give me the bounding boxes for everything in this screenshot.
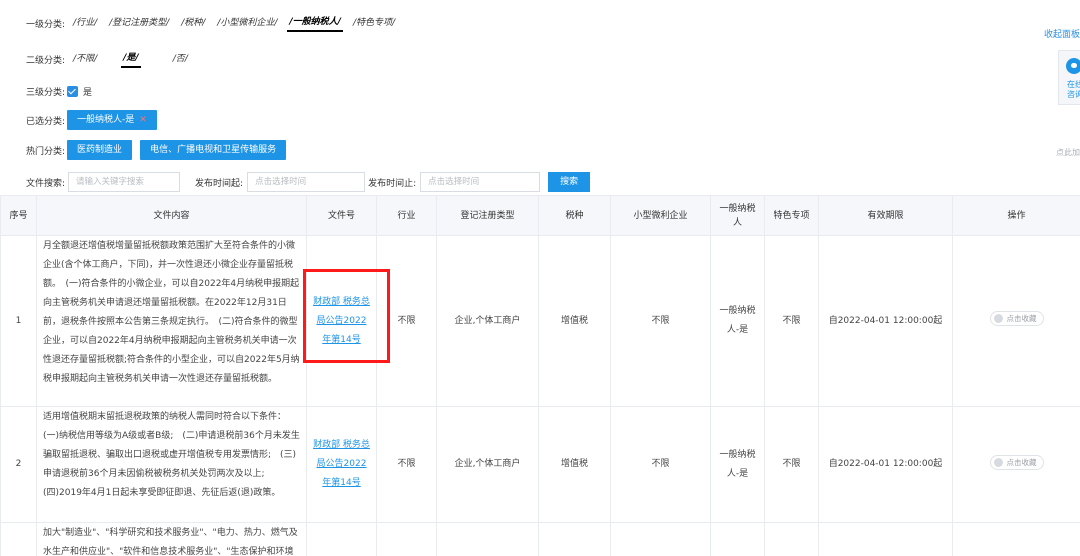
col-index-header: 序号 (0, 195, 37, 236)
selected-tag[interactable]: 一般纳税人-是 ✕ (67, 110, 157, 130)
hot-tag-telecom[interactable]: 电信、广播电视和卫星传输服务 (140, 140, 287, 160)
row-general: 一般纳税人-是 (710, 406, 765, 523)
doc-link[interactable]: 财政部 税务总局公告2022年第14号 (313, 297, 370, 345)
hot-filter-row: 热门分类: 医药制造业 电信、广播电视和卫星传输服务 (26, 139, 294, 161)
row-tax: 增值税 (538, 235, 611, 407)
row-general (710, 522, 765, 556)
online-consult-card[interactable]: 在线 咨询 (1058, 50, 1080, 105)
row-small: 不限 (610, 406, 711, 523)
row-action-cell (952, 522, 1080, 556)
selected-tag-label: 一般纳税人-是 (77, 115, 135, 125)
hot-tag-pharma[interactable]: 医药制造业 (67, 140, 133, 160)
search-button[interactable]: 搜索 (548, 172, 591, 192)
row-content: 适用增值税期末留抵退税政策的纳税人需同时符合以下条件： (一)纳税信用等级为A级… (36, 406, 307, 523)
col-tax-header: 税种 (538, 195, 611, 236)
row-doc-cell (306, 522, 377, 556)
collapse-panel-link[interactable]: 收起面板 (1044, 27, 1080, 40)
level1-option-special[interactable]: /特色专项/ (351, 15, 397, 31)
row-special (764, 522, 819, 556)
end-date-input[interactable]: 点击选择时间 (420, 172, 541, 192)
favorite-toggle[interactable]: 点击收藏 (989, 311, 1044, 326)
row-index: 1 (0, 235, 37, 407)
favorite-toggle[interactable]: 点击收藏 (989, 454, 1044, 470)
favorite-label: 点击收藏 (1006, 457, 1037, 467)
start-date-input[interactable]: 点击选择时间 (247, 172, 366, 192)
col-validity-header: 有效期限 (818, 195, 953, 236)
row-small: 不限 (610, 235, 711, 407)
row-regtype: 企业,个体工商户 (436, 235, 539, 407)
level2-option-yes[interactable]: /是/ (121, 50, 141, 68)
row-industry: 不限 (376, 235, 437, 407)
row-regtype (436, 522, 539, 556)
doc-link[interactable]: 财政部 税务总局公告2022年第14号 (313, 440, 370, 488)
level1-label: 一级分类: (26, 19, 66, 30)
col-regtype-header: 登记注册类型 (436, 195, 539, 236)
row-action-cell: 点击收藏 (952, 235, 1080, 407)
level2-label: 二级分类: (26, 55, 66, 66)
row-special: 不限 (764, 406, 819, 523)
level1-option-tax-type[interactable]: /税种/ (179, 15, 207, 31)
row-content: 加大"制造业"、"科学研究和技术服务业"、"电力、热力、燃气及水生产和供应业"、… (36, 522, 307, 556)
row-doc-cell: 财政部 税务总局公告2022年第14号 (306, 406, 377, 523)
level1-option-small-micro[interactable]: /小型微利企业/ (215, 15, 279, 31)
row-general: 一般纳税人-是 (710, 235, 765, 407)
row-index (0, 522, 37, 556)
row-doc-cell: 财政部 税务总局公告2022年第14号 (306, 235, 377, 407)
end-date-label: 发布时间止: (368, 178, 417, 189)
table-row: 加大"制造业"、"科学研究和技术服务业"、"电力、热力、燃气及水生产和供应业"、… (0, 522, 1080, 556)
search-label: 文件搜索: (26, 178, 66, 189)
level3-label: 三级分类: (26, 87, 66, 98)
side-panel: 收起面板 在线 咨询 点此加 (1040, 22, 1080, 162)
row-special: 不限 (764, 235, 819, 407)
col-industry-header: 行业 (376, 195, 437, 236)
level3-filter-row: 三级分类: 是 (26, 82, 92, 100)
level1-option-general-taxpayer[interactable]: /一般纳税人/ (287, 14, 343, 32)
level1-option-industry[interactable]: /行业/ (71, 15, 99, 31)
col-small-header: 小型微利企业 (610, 195, 711, 236)
col-special-header: 特色专项 (764, 195, 819, 236)
row-small (610, 522, 711, 556)
level2-option-no[interactable]: /否/ (171, 51, 190, 67)
table-row: 1 月全额退还增值税增量留抵税额政策范围扩大至符合条件的小微企业(含个体工商户，… (0, 235, 1080, 407)
search-row: 文件搜索: 请输入关键字搜索 发布时间起: 点击选择时间 发布时间止: 点击选择… (26, 171, 591, 193)
remove-tag-icon[interactable]: ✕ (139, 115, 147, 125)
chat-bubble-icon (1066, 58, 1080, 74)
level1-filter-row: 一级分类: /行业/ /登记注册类型/ /税种/ /小型微利企业/ /一般纳税人… (26, 14, 405, 32)
toggle-knob-icon (993, 457, 1003, 467)
row-industry: 不限 (376, 406, 437, 523)
row-action-cell: 点击收藏 (952, 406, 1080, 523)
col-action-header: 操作 (952, 195, 1080, 236)
col-doc-header: 文件号 (306, 195, 377, 236)
row-validity: 自2022-04-01 12:00:00起 (818, 406, 953, 523)
table-header-row: 序号 文件内容 文件号 行业 登记注册类型 税种 小型微利企业 一般纳税人 特色… (0, 195, 1080, 236)
row-validity (818, 522, 953, 556)
level1-option-registration-type[interactable]: /登记注册类型/ (107, 15, 171, 31)
keyword-search-input[interactable]: 请输入关键字搜索 (68, 172, 181, 192)
col-content-header: 文件内容 (36, 195, 307, 236)
row-tax: 增值税 (538, 406, 611, 523)
start-date-label: 发布时间起: (195, 178, 244, 189)
filter-panel: 一级分类: /行业/ /登记注册类型/ /税种/ /小型微利企业/ /一般纳税人… (0, 0, 1080, 195)
selected-filter-row: 已选分类: 一般纳税人-是 ✕ (26, 109, 165, 131)
hot-label: 热门分类: (26, 146, 66, 157)
consult-line2: 咨询 (1067, 90, 1080, 99)
level2-filter-row: 二级分类: /不限/ /是/ /否/ (26, 50, 198, 68)
level3-option-label: 是 (83, 87, 93, 98)
click-hint[interactable]: 点此加 (1056, 147, 1080, 158)
row-index: 2 (0, 406, 37, 523)
row-industry (376, 522, 437, 556)
selected-label: 已选分类: (26, 116, 66, 127)
favorite-label: 点击收藏 (1006, 314, 1037, 323)
row-regtype: 企业,个体工商户 (436, 406, 539, 523)
row-tax (538, 522, 611, 556)
level2-option-any[interactable]: /不限/ (71, 51, 99, 67)
table-row: 2 适用增值税期末留抵退税政策的纳税人需同时符合以下条件： (一)纳税信用等级为… (0, 406, 1080, 523)
level3-checkbox[interactable] (67, 85, 79, 97)
row-validity: 自2022-04-01 12:00:00起 (818, 235, 953, 407)
row-content: 月全额退还增值税增量留抵税额政策范围扩大至符合条件的小微企业(含个体工商户，下同… (36, 235, 307, 407)
col-general-header: 一般纳税人 (710, 195, 765, 236)
toggle-knob-icon (993, 314, 1003, 323)
policy-table: 序号 文件内容 文件号 行业 登记注册类型 税种 小型微利企业 一般纳税人 特色… (0, 195, 1080, 556)
